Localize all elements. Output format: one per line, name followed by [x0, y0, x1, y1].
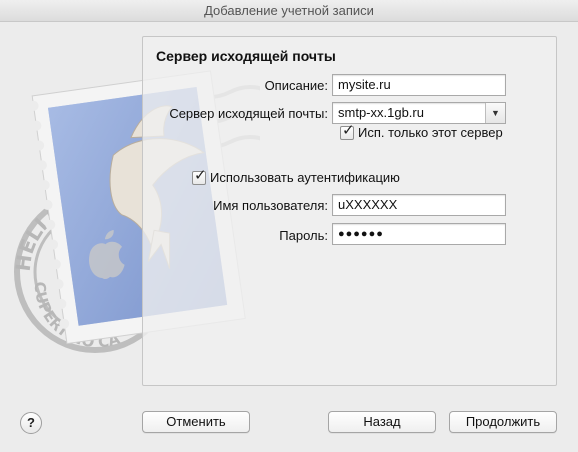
checkbox-box[interactable]: ✓ — [192, 166, 207, 185]
use-authentication-label: Использовать аутентификацию — [210, 170, 400, 185]
use-authentication-checkbox[interactable]: ✓ Использовать аутентификацию — [192, 166, 400, 185]
username-field[interactable]: uXXXXXX — [332, 194, 506, 216]
checkmark-icon: ✓ — [342, 121, 355, 139]
server-value: smtp-xx.1gb.ru — [338, 105, 424, 120]
continue-button[interactable]: Продолжить — [449, 411, 557, 433]
add-account-window: Добавление учетной записи HELLO FR CUPER… — [0, 0, 578, 452]
password-field[interactable]: ●●●●●● — [332, 223, 506, 245]
help-button[interactable]: ? — [20, 412, 42, 434]
panel-title: Сервер исходящей почты — [156, 48, 336, 64]
password-label: Пароль: — [279, 228, 328, 243]
chevron-down-icon[interactable]: ▼ — [485, 103, 505, 123]
username-label: Имя пользователя: — [213, 198, 328, 213]
window-title: Добавление учетной записи — [0, 0, 578, 22]
server-label: Сервер исходящей почты: — [169, 106, 328, 121]
only-this-server-label: Исп. только этот сервер — [358, 125, 503, 140]
server-combobox[interactable]: smtp-xx.1gb.ru ▼ — [332, 102, 506, 124]
back-button[interactable]: Назад — [328, 411, 436, 433]
description-field[interactable]: mysite.ru — [332, 74, 506, 96]
only-this-server-checkbox[interactable]: ✓ Исп. только этот сервер — [340, 121, 503, 140]
checkmark-icon: ✓ — [194, 166, 207, 184]
checkbox-box[interactable]: ✓ — [340, 121, 355, 140]
cancel-button[interactable]: Отменить — [142, 411, 250, 433]
description-label: Описание: — [264, 78, 328, 93]
